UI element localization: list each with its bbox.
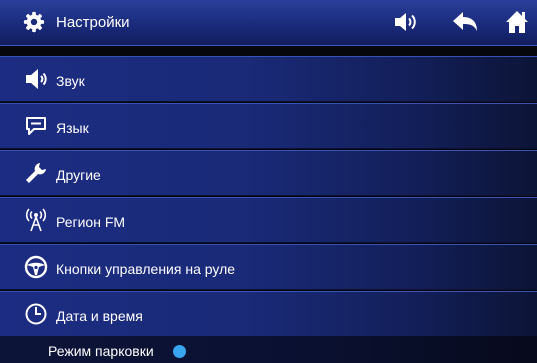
back-arrow-icon[interactable]: [451, 10, 479, 34]
antenna-icon: [25, 208, 47, 232]
header-bar: Настройки: [0, 0, 537, 46]
menu-item-steering-buttons[interactable]: Кнопки управления на руле: [0, 244, 537, 290]
page-title: Настройки: [56, 14, 130, 31]
menu-item-label: Другие: [56, 167, 101, 183]
speaker-icon: [26, 69, 47, 89]
menu-item-language[interactable]: Язык: [0, 103, 537, 149]
speech-bubble-icon: [26, 117, 46, 135]
settings-menu: Звук Язык Другие Регион FM Кнопки управл…: [0, 56, 537, 338]
parking-mode-row[interactable]: Режим парковки: [0, 336, 537, 363]
parking-mode-label: Режим парковки: [48, 343, 154, 359]
menu-item-other[interactable]: Другие: [0, 150, 537, 196]
wrench-icon: [26, 163, 46, 183]
volume-icon[interactable]: [393, 10, 419, 34]
parking-mode-indicator[interactable]: [173, 345, 186, 358]
home-icon[interactable]: [505, 10, 529, 34]
menu-item-sound[interactable]: Звук: [0, 56, 537, 102]
menu-item-fm-region[interactable]: Регион FM: [0, 197, 537, 243]
gear-icon: [23, 11, 45, 33]
menu-item-label: Звук: [56, 73, 85, 89]
menu-item-label: Регион FM: [56, 214, 126, 230]
settings-screen: Настройки Звук Язык Другие Регион FM Кно…: [0, 0, 537, 363]
steering-wheel-icon: [24, 255, 48, 279]
menu-item-label: Кнопки управления на руле: [56, 261, 236, 277]
clock-icon: [25, 303, 47, 325]
menu-item-label: Язык: [56, 120, 89, 136]
menu-item-label: Дата и время: [56, 308, 143, 324]
menu-item-date-time[interactable]: Дата и время: [0, 291, 537, 337]
